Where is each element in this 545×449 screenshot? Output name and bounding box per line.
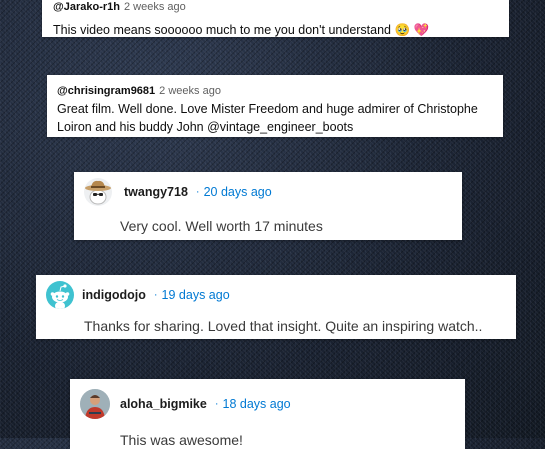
- comment-card-jarako: @Jarako-r1h 2 weeks ago This video means …: [42, 0, 509, 37]
- photo-avatar[interactable]: [80, 389, 110, 419]
- comment-username[interactable]: aloha_bigmike: [120, 397, 207, 411]
- meta-separator: ·: [214, 398, 219, 410]
- comment-text: This was awesome!: [120, 432, 243, 448]
- meta-separator: ·: [195, 186, 200, 198]
- comment-timestamp[interactable]: 2 weeks ago: [159, 85, 221, 97]
- comment-text: Thanks for sharing. Loved that insight. …: [84, 318, 483, 334]
- comment-username[interactable]: indigodojo: [82, 288, 146, 302]
- comment-header: @Jarako-r1h 2 weeks ago: [53, 0, 509, 13]
- comment-username[interactable]: twangy718: [124, 185, 188, 199]
- cowboy-hat-avatar-icon: [85, 180, 111, 205]
- comment-text: Very cool. Well worth 17 minutes: [120, 218, 323, 234]
- comment-username[interactable]: @Jarako-r1h: [53, 1, 120, 13]
- meta-separator: ·: [153, 289, 158, 301]
- snoo-default-avatar[interactable]: [46, 281, 74, 309]
- comment-timestamp[interactable]: 20 days ago: [204, 185, 272, 199]
- cowboy-hat-avatar[interactable]: [84, 178, 112, 206]
- user-photo-icon: [80, 389, 110, 419]
- comment-header: indigodojo · 19 days ago: [46, 281, 516, 309]
- comment-card-aloha-bigmike: aloha_bigmike · 18 days ago This was awe…: [70, 379, 465, 449]
- comment-text: This video means soooooo much to me you …: [53, 23, 430, 37]
- comment-header: aloha_bigmike · 18 days ago: [80, 389, 465, 419]
- comment-card-indigodojo: indigodojo · 19 days ago Thanks for shar…: [36, 275, 516, 339]
- comment-card-twangy718: twangy718 · 20 days ago Very cool. Well …: [74, 172, 462, 240]
- comment-header: twangy718 · 20 days ago: [84, 178, 462, 206]
- comment-timestamp[interactable]: 19 days ago: [162, 288, 230, 302]
- comment-timestamp[interactable]: 18 days ago: [223, 397, 291, 411]
- snoo-avatar-icon: [50, 284, 70, 309]
- comment-header: @chrisingram9681 2 weeks ago: [57, 83, 497, 97]
- comment-username[interactable]: @chrisingram9681: [57, 85, 155, 97]
- comment-timestamp[interactable]: 2 weeks ago: [124, 1, 186, 13]
- comment-text: Great film. Well done. Love Mister Freed…: [57, 102, 478, 134]
- comment-card-chrisingram: @chrisingram9681 2 weeks ago Great film. …: [47, 75, 503, 137]
